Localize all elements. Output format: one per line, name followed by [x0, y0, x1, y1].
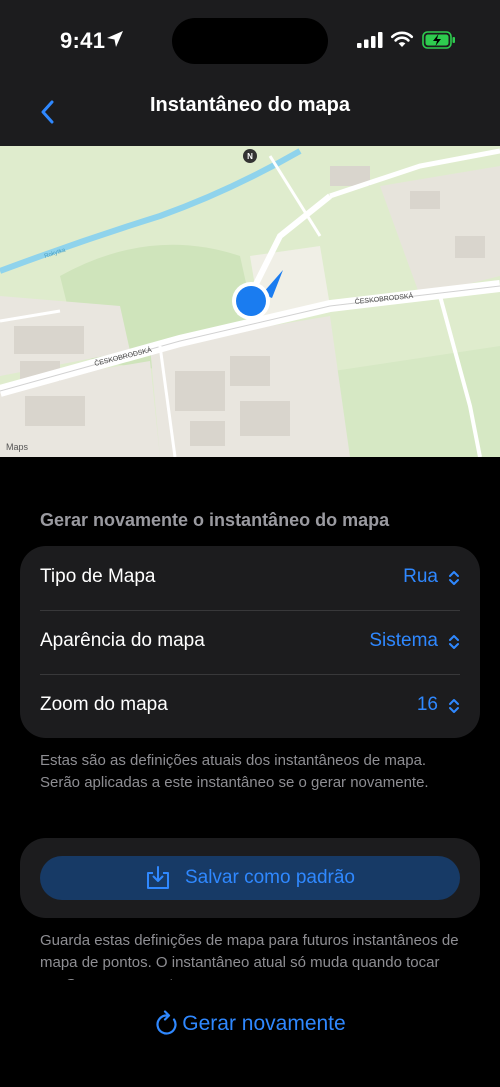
regenerate-label: Gerar novamente	[182, 1012, 346, 1035]
status-bar: 9:41	[0, 0, 500, 84]
battery-charging-icon	[422, 31, 455, 49]
page-title: Instantâneo do mapa	[149, 94, 351, 116]
save-footnote: Guarda estas definições de mapa para fut…	[40, 932, 459, 980]
cellular-signal-icon	[357, 32, 383, 48]
download-tray-icon	[146, 866, 169, 889]
dynamic-island	[172, 18, 328, 64]
section-header: Gerar novamente o instantâneo do mapa	[40, 510, 390, 530]
chevron-up-down-icon	[449, 699, 459, 713]
location-arrow-icon	[107, 31, 123, 47]
maps-attribution: Maps	[6, 442, 29, 452]
save-as-default-label: Salvar como padrão	[184, 867, 356, 888]
map-image: ČESKOBRODSKÁ ČESKOBRODSKÁ Rokytka N	[0, 146, 500, 457]
arrow-clockwise-icon	[156, 1010, 177, 1035]
compass-label: N	[247, 152, 253, 161]
save-card: Salvar como padrão	[20, 838, 480, 918]
chevron-up-down-icon	[449, 571, 459, 585]
map-zoom-row[interactable]: Zoom do mapa 16	[20, 674, 480, 738]
map-zoom-label: Zoom do mapa	[40, 694, 168, 715]
status-time: 9:41	[60, 28, 106, 53]
settings-footnote: Estas são as definições atuais dos insta…	[40, 752, 429, 791]
wifi-icon	[390, 31, 414, 47]
save-as-default-button[interactable]: Salvar como padrão	[40, 856, 460, 900]
map-zoom-value[interactable]: 16	[417, 694, 438, 716]
map-type-value[interactable]: Rua	[403, 566, 438, 588]
chevron-up-down-icon	[449, 635, 459, 649]
map-appearance-label: Aparência do mapa	[40, 630, 205, 651]
map-appearance-value[interactable]: Sistema	[369, 630, 438, 652]
navigation-bar: Instantâneo do mapa	[0, 84, 500, 146]
map-appearance-row[interactable]: Aparência do mapa Sistema	[20, 610, 480, 674]
map-type-label: Tipo de Mapa	[40, 566, 156, 587]
settings-card: Tipo de Mapa Rua Aparência do mapa Siste…	[20, 546, 480, 738]
map-snapshot: ČESKOBRODSKÁ ČESKOBRODSKÁ Rokytka N Maps	[0, 146, 500, 457]
map-type-row[interactable]: Tipo de Mapa Rua	[20, 546, 480, 610]
regenerate-button[interactable]: Gerar novamente	[0, 1006, 500, 1042]
